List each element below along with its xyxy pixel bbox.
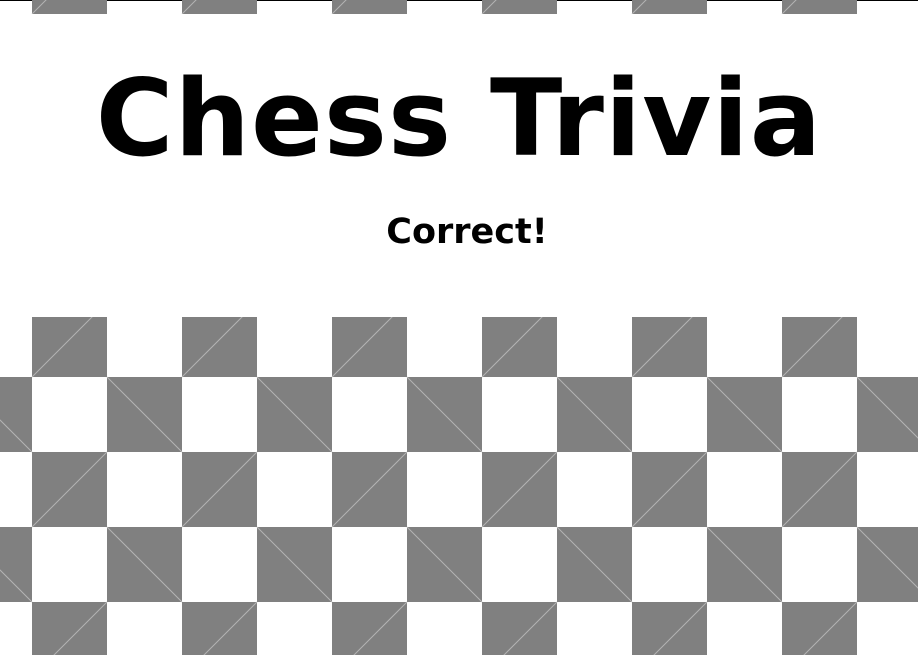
board-square	[32, 0, 107, 14]
board-square	[332, 302, 407, 377]
board-square	[107, 527, 182, 602]
board-square	[632, 452, 707, 527]
board-square	[782, 602, 857, 655]
game-title: Chess Trivia	[95, 57, 823, 180]
square-diagonal	[781, 301, 858, 378]
square-diagonal	[631, 301, 708, 378]
square-diagonal	[631, 451, 708, 528]
square-diagonal	[106, 526, 183, 603]
square-diagonal	[331, 301, 408, 378]
board-square	[332, 452, 407, 527]
square-diagonal	[406, 376, 483, 453]
square-diagonal	[653, 601, 708, 655]
board-square	[857, 527, 918, 602]
board-square	[707, 377, 782, 452]
square-diagonal	[181, 451, 258, 528]
board-square	[782, 302, 857, 377]
board-square	[557, 527, 632, 602]
square-diagonal	[256, 526, 333, 603]
board-square	[632, 302, 707, 377]
board-square	[182, 452, 257, 527]
square-diagonal	[406, 526, 483, 603]
board-square	[107, 377, 182, 452]
board-square	[257, 377, 332, 452]
answer-feedback: Correct!	[386, 212, 548, 252]
square-diagonal	[706, 376, 783, 453]
board-square	[632, 602, 707, 655]
square-diagonal	[781, 0, 797, 15]
square-diagonal	[781, 451, 858, 528]
square-diagonal	[856, 526, 918, 589]
board-square	[332, 602, 407, 655]
top-border	[0, 0, 918, 1]
board-square	[707, 527, 782, 602]
square-diagonal	[106, 376, 183, 453]
board-square	[782, 0, 857, 14]
board-square	[0, 527, 32, 602]
board-square	[632, 0, 707, 14]
square-diagonal	[556, 376, 633, 453]
board-square	[557, 377, 632, 452]
square-diagonal	[0, 419, 33, 453]
square-diagonal	[181, 301, 258, 378]
board-square	[32, 302, 107, 377]
square-diagonal	[331, 0, 347, 15]
board-square	[482, 0, 557, 14]
square-diagonal	[181, 0, 197, 15]
board-square	[482, 452, 557, 527]
square-diagonal	[0, 569, 33, 603]
square-diagonal	[503, 601, 558, 655]
board-square	[332, 0, 407, 14]
square-diagonal	[256, 376, 333, 453]
board-square	[182, 602, 257, 655]
square-diagonal	[31, 301, 108, 378]
board-square	[407, 377, 482, 452]
square-diagonal	[353, 601, 408, 655]
square-diagonal	[31, 451, 108, 528]
square-diagonal	[203, 601, 258, 655]
board-square	[32, 602, 107, 655]
board-square	[182, 302, 257, 377]
square-diagonal	[706, 526, 783, 603]
board-square	[407, 527, 482, 602]
board-square	[182, 0, 257, 14]
square-diagonal	[481, 451, 558, 528]
square-diagonal	[53, 601, 108, 655]
square-diagonal	[803, 601, 858, 655]
board-square	[857, 377, 918, 452]
board-square	[482, 602, 557, 655]
square-diagonal	[481, 301, 558, 378]
board-square	[782, 452, 857, 527]
square-diagonal	[481, 0, 497, 15]
board-square	[482, 302, 557, 377]
square-diagonal	[331, 451, 408, 528]
board-square	[32, 452, 107, 527]
square-diagonal	[31, 0, 47, 15]
square-diagonal	[631, 0, 647, 15]
square-diagonal	[856, 376, 918, 439]
board-square	[0, 377, 32, 452]
board-square	[257, 527, 332, 602]
square-diagonal	[556, 526, 633, 603]
